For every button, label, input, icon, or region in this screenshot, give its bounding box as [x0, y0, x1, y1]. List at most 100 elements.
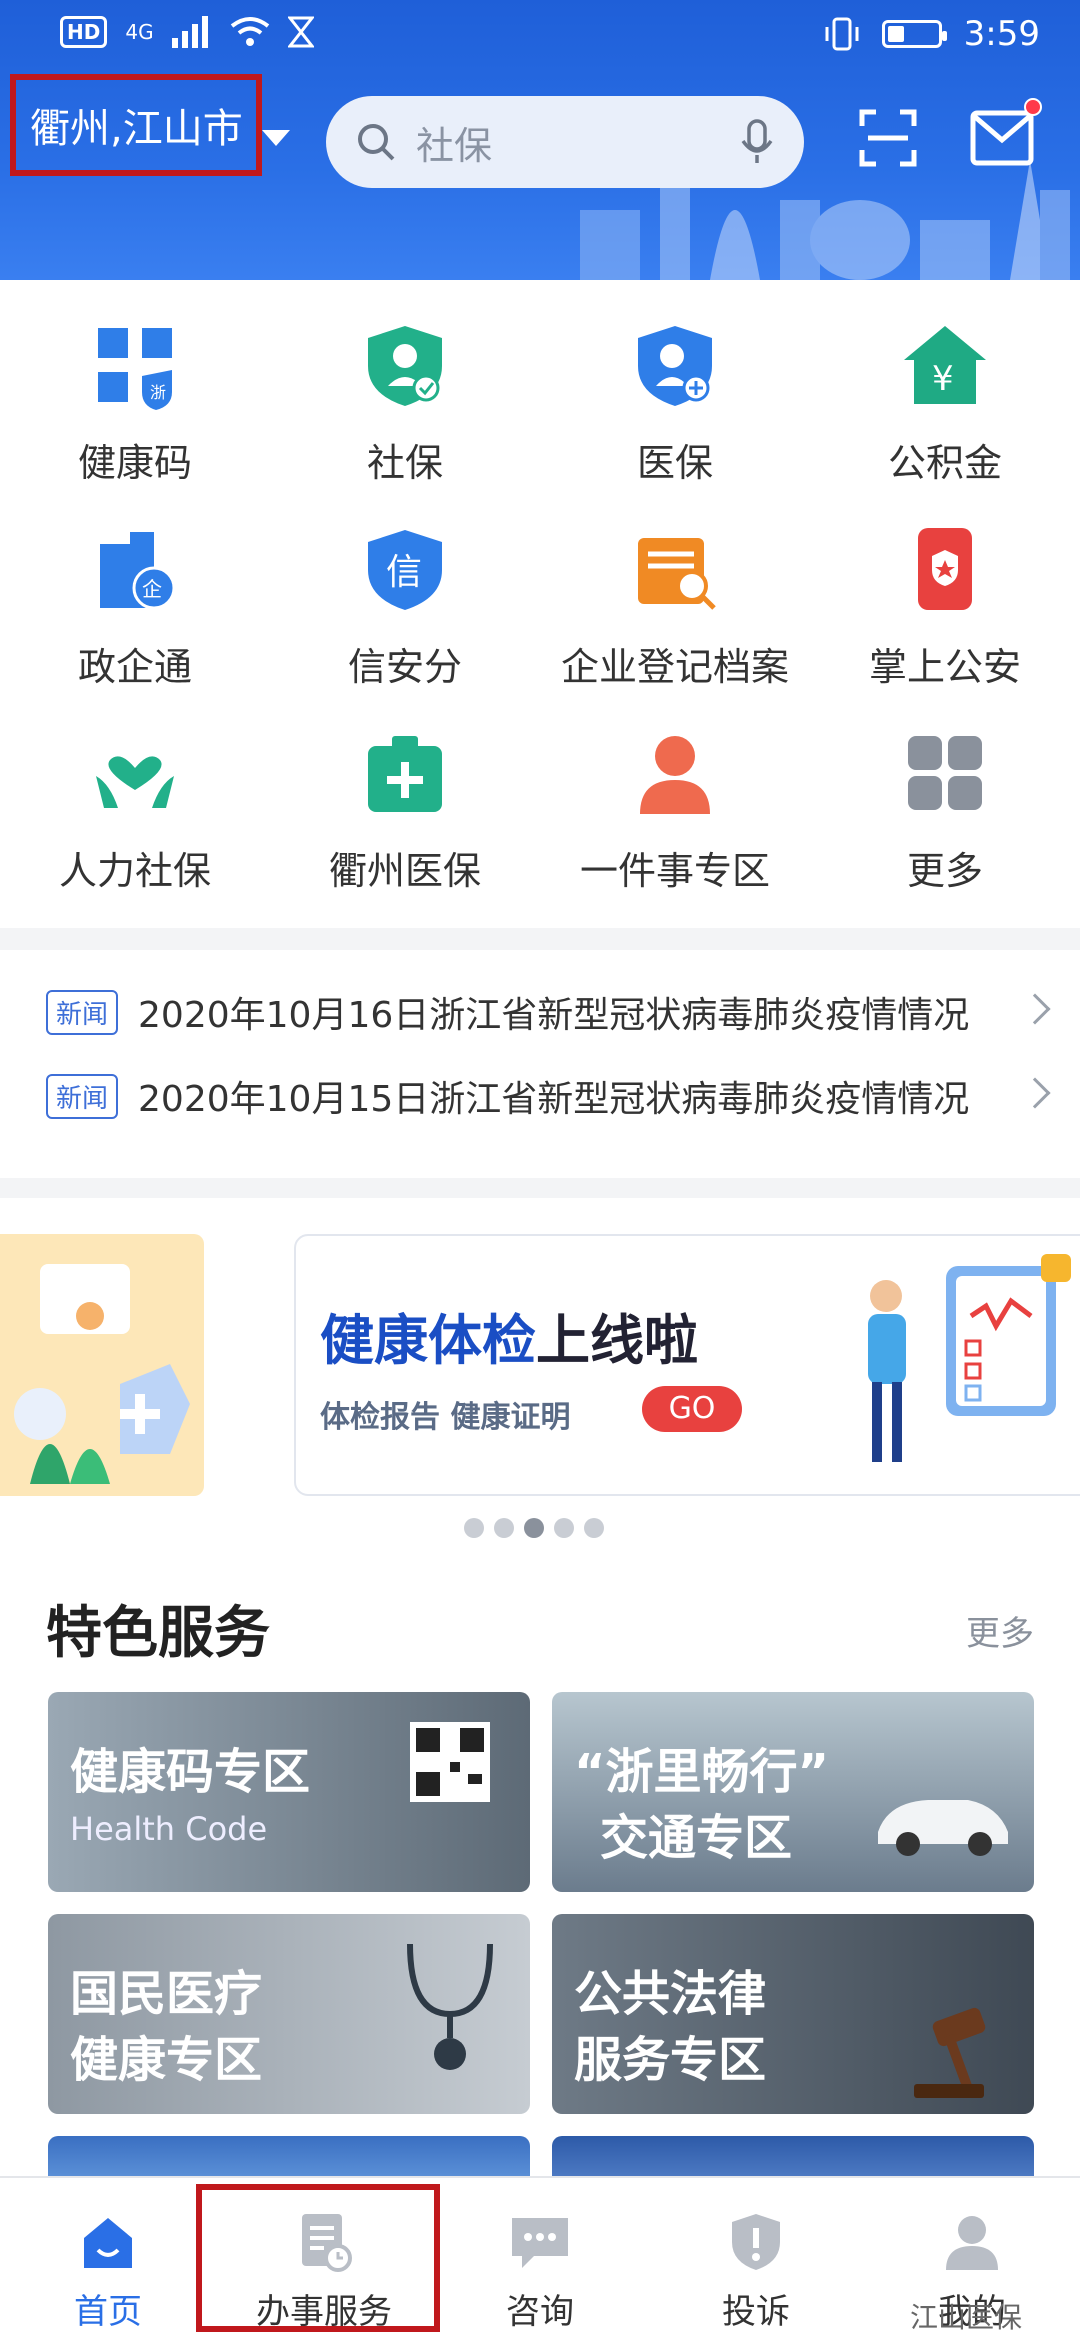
carousel-dot[interactable] [464, 1518, 484, 1538]
complaint-shield-icon [732, 2214, 780, 2270]
tile-subtitle: 服务专区 [574, 2032, 767, 2088]
quick-service-icon-wrap [900, 524, 990, 614]
svg-text:浙: 浙 [150, 383, 166, 402]
quick-service-icon-wrap [360, 320, 450, 410]
mail-button[interactable] [970, 98, 1042, 166]
carousel-dot[interactable] [554, 1518, 574, 1538]
location-dropdown-icon[interactable] [262, 130, 290, 146]
tile-subtitle: Health Code [70, 1810, 268, 1848]
quick-service-item[interactable]: 衢州医保 [270, 728, 540, 932]
bottom-navigation: 首页 办事服务 咨询 投诉 我的 江山医保 [0, 2176, 1080, 2340]
quick-service-label: 一件事专区 [579, 849, 770, 893]
doctor-clipboard-illustration [868, 1254, 1071, 1462]
tile-title: 国民医疗 [70, 1966, 263, 2022]
unread-badge [1024, 98, 1042, 116]
quick-service-icon-wrap [360, 728, 450, 818]
tile-traffic[interactable]: “浙里畅行” 交通专区 [552, 1692, 1034, 1892]
banner-health-checkup[interactable]: 健康体检上线啦 体检报告 健康证明 GO [294, 1234, 1080, 1496]
quick-service-item[interactable]: 更多 [810, 728, 1080, 932]
microphone-icon[interactable] [740, 119, 774, 165]
quick-service-icon-wrap [630, 320, 720, 410]
nav-label: 首页 [74, 2292, 142, 2332]
status-bar: HD 4G 3:59 [0, 0, 1080, 72]
quick-service-label: 人力社保 [58, 849, 211, 893]
mail-icon [970, 110, 1034, 166]
nav-label: 咨询 [506, 2292, 574, 2332]
location-label: 衢州,江山市 [30, 106, 243, 152]
tile-subtitle: 健康专区 [70, 2032, 263, 2088]
app-root: HD 4G 3:59 衢州,江山市 社保 浙 健康码 社保 医保 ¥ 公积金 企… [0, 0, 1080, 2340]
nav-home[interactable]: 首页 [0, 2178, 216, 2340]
news-item[interactable]: 新闻 2020年10月15日浙江省新型冠状病毒肺炎疫情情况 [46, 1056, 1051, 1136]
news-headline: 2020年10月16日浙江省新型冠状病毒肺炎疫情情况 [138, 995, 970, 1036]
quick-service-item[interactable]: 信 信安分 [270, 524, 540, 728]
svg-text:企: 企 [142, 577, 162, 601]
banner-prev-card[interactable] [0, 1234, 204, 1496]
quick-service-icon-wrap [900, 728, 990, 818]
tile-medical-health[interactable]: 国民医疗 健康专区 [48, 1914, 530, 2114]
search-bar[interactable]: 社保 [326, 96, 804, 188]
hands-heart-icon [96, 756, 174, 808]
medical-kit-icon [368, 736, 442, 812]
housing-fund-icon: ¥ [904, 326, 986, 404]
scan-icon[interactable] [858, 108, 918, 168]
quick-service-item[interactable]: 浙 健康码 [0, 320, 270, 524]
tile-health-code[interactable]: 健康码专区 Health Code [48, 1692, 530, 1892]
quick-service-label: 健康码 [77, 441, 192, 485]
banner-title: 健康体检上线啦 [320, 1309, 698, 1372]
quick-service-item[interactable]: ¥ 公积金 [810, 320, 1080, 524]
quick-service-item[interactable]: 一件事专区 [540, 728, 810, 932]
police-icon [918, 528, 972, 610]
qr-health-icon: 浙 [98, 328, 172, 410]
chevron-right-icon [1019, 1077, 1051, 1109]
network-label: 4G [125, 20, 154, 44]
carousel-dot-active[interactable] [524, 1518, 544, 1538]
quick-service-item[interactable]: 企业登记档案 [540, 524, 810, 728]
carousel-dot[interactable] [584, 1518, 604, 1538]
banner-carousel[interactable]: 健康体检上线啦 体检报告 健康证明 GO [0, 1198, 1080, 1588]
social-security-icon [368, 326, 442, 406]
quick-service-item[interactable]: 医保 [540, 320, 810, 524]
quick-service-label: 公积金 [887, 441, 1002, 485]
location-selector[interactable]: 衢州,江山市 [10, 74, 262, 176]
quick-service-item[interactable]: 掌上公安 [810, 524, 1080, 728]
quick-service-icon-wrap [630, 524, 720, 614]
quick-service-label: 衢州医保 [328, 849, 481, 893]
stethoscope-illustration [407, 1943, 493, 2070]
carousel-dots [464, 1518, 604, 1538]
quick-service-label: 政企通 [77, 645, 192, 689]
quick-service-item[interactable]: 社保 [270, 320, 540, 524]
quick-service-icon-wrap: ¥ [900, 320, 990, 410]
profile-icon [946, 2216, 998, 2270]
qr-code-icon [410, 1722, 490, 1802]
quick-service-icon-wrap: 浙 [90, 320, 180, 410]
highlight-box [196, 2184, 440, 2332]
go-button[interactable]: GO [642, 1386, 742, 1432]
quick-service-item[interactable]: 人力社保 [0, 728, 270, 932]
quick-service-item[interactable]: 企 政企通 [0, 524, 270, 728]
news-headline: 2020年10月15日浙江省新型冠状病毒肺炎疫情情况 [138, 1079, 970, 1120]
quick-service-label: 更多 [906, 849, 983, 893]
carousel-dot[interactable] [494, 1518, 514, 1538]
nav-consult[interactable]: 咨询 [432, 2178, 648, 2340]
more-link[interactable]: 更多 [966, 1606, 1034, 1655]
tile-title: 健康码专区 [70, 1744, 311, 1800]
nav-complaint[interactable]: 投诉 [648, 2178, 864, 2340]
news-ticker: 新闻 2020年10月16日浙江省新型冠状病毒肺炎疫情情况 新闻 2020年10… [0, 950, 1080, 1178]
wifi-icon [230, 17, 269, 46]
signal-icon [171, 16, 208, 48]
top-header: HD 4G 3:59 衢州,江山市 社保 [0, 0, 1080, 280]
credit-shield-icon: 信 [368, 530, 442, 610]
medical-insurance-icon [638, 326, 712, 406]
tile-title: “浙里畅行” [574, 1744, 830, 1800]
car-illustration [878, 1800, 1008, 1856]
news-item[interactable]: 新闻 2020年10月16日浙江省新型冠状病毒肺炎疫情情况 [46, 972, 1051, 1052]
quick-service-icon-wrap [90, 728, 180, 818]
gavel-icon [914, 2007, 986, 2098]
tile-public-legal[interactable]: 公共法律 服务专区 [552, 1914, 1034, 2114]
svg-text:信: 信 [386, 552, 422, 593]
svg-text:¥: ¥ [932, 359, 954, 399]
quick-service-label: 掌上公安 [868, 645, 1021, 689]
quick-service-label: 医保 [636, 441, 713, 485]
quick-service-label: 企业登记档案 [560, 645, 789, 689]
